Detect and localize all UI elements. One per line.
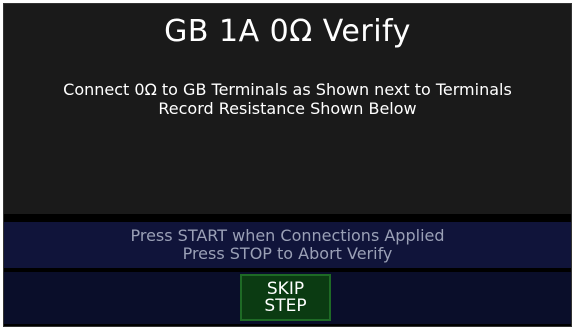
status-line-start: Press START when Connections Applied <box>130 226 445 245</box>
status-line-stop: Press STOP to Abort Verify <box>182 244 393 263</box>
instruction-line-2: Record Resistance Shown Below <box>158 99 417 118</box>
status-panel: Press START when Connections Applied Pre… <box>4 222 571 268</box>
action-bar: SKIP STEP <box>4 272 571 324</box>
skip-step-label-1: SKIP <box>266 278 305 299</box>
skip-step-button[interactable]: SKIP STEP <box>240 274 331 321</box>
skip-step-label-2: STEP <box>264 295 307 316</box>
screen-title: GB 1A 0Ω Verify <box>164 14 411 49</box>
instruction-panel: GB 1A 0Ω Verify Connect 0Ω to GB Termina… <box>4 4 571 214</box>
instruction-line-1: Connect 0Ω to GB Terminals as Shown next… <box>63 80 512 99</box>
